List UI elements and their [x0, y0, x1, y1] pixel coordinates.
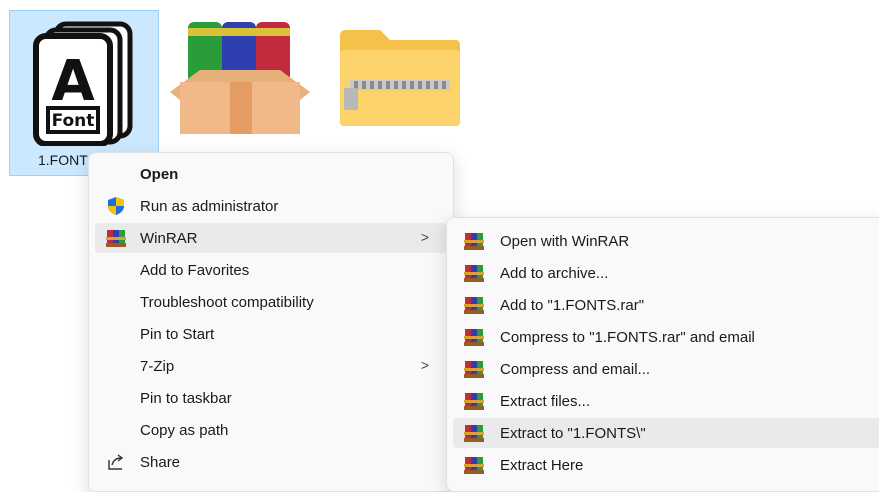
font-file-icon[interactable]: A Font [30, 18, 140, 147]
menu-item-open[interactable]: Open [95, 159, 447, 189]
menu-item-label: WinRAR [140, 229, 198, 247]
menu-item-run-as-administrator[interactable]: Run as administrator [95, 191, 447, 221]
font-glyph-letter: A [51, 49, 95, 114]
font-glyph-text: Font [52, 111, 95, 131]
menu-item-copy-as-path[interactable]: Copy as path [95, 415, 447, 445]
menu-item-share[interactable]: Share [95, 447, 447, 477]
menu-item-pin-to-start[interactable]: Pin to Start [95, 319, 447, 349]
winrar-icon [463, 294, 485, 316]
zip-folder-icon[interactable] [336, 26, 462, 130]
winrar-icon [463, 422, 485, 444]
winrar-icon [463, 454, 485, 476]
winrar-icon [105, 227, 127, 249]
menu-item-winrar[interactable]: WinRAR > [95, 223, 447, 253]
menu-item-add-to-favorites[interactable]: Add to Favorites [95, 255, 447, 285]
context-menu: Open Run as administrator WinRAR > Add t… [88, 152, 454, 492]
menu-item-label: Extract Here [500, 456, 584, 474]
share-icon [105, 451, 127, 473]
menu-item-label: Compress and email... [500, 360, 651, 378]
submenu-item-compress-to-rar-and-email[interactable]: Compress to "1.FONTS.rar" and email [453, 322, 879, 352]
submenu-item-add-to-rar[interactable]: Add to "1.FONTS.rar" [453, 290, 879, 320]
chevron-right-icon: > [420, 357, 429, 373]
menu-item-label: Extract to "1.FONTS\" [500, 424, 646, 442]
uac-shield-icon [105, 195, 127, 217]
submenu-item-open-with-winrar[interactable]: Open with WinRAR [453, 226, 879, 256]
menu-item-label: Share [140, 453, 181, 471]
submenu-item-compress-and-email[interactable]: Compress and email... [453, 354, 879, 384]
winrar-icon [463, 230, 485, 252]
winrar-icon [463, 358, 485, 380]
file-label: 1.FONT [38, 152, 88, 168]
menu-item-label: Pin to taskbar [140, 389, 232, 407]
chevron-right-icon: > [420, 229, 429, 245]
submenu-item-extract-to-folder[interactable]: Extract to "1.FONTS\" [453, 418, 879, 448]
menu-item-7zip[interactable]: 7-Zip > [95, 351, 447, 381]
menu-item-label: Open [140, 165, 179, 183]
menu-item-label: Run as administrator [140, 197, 279, 215]
menu-item-label: Add to Favorites [140, 261, 250, 279]
menu-item-label: Extract files... [500, 392, 591, 410]
menu-item-label: Add to "1.FONTS.rar" [500, 296, 645, 314]
menu-item-troubleshoot-compatibility[interactable]: Troubleshoot compatibility [95, 287, 447, 317]
winrar-archive-icon[interactable] [170, 20, 310, 138]
winrar-icon [463, 390, 485, 412]
submenu-item-add-to-archive[interactable]: Add to archive... [453, 258, 879, 288]
menu-item-label: Troubleshoot compatibility [140, 293, 314, 311]
menu-item-label: Compress to "1.FONTS.rar" and email [500, 328, 755, 346]
menu-item-label: Open with WinRAR [500, 232, 630, 250]
menu-item-label: Add to archive... [500, 264, 609, 282]
menu-item-label: Copy as path [140, 421, 229, 439]
submenu-item-extract-here[interactable]: Extract Here [453, 450, 879, 480]
winrar-submenu: Open with WinRAR Add to archive... Add t… [446, 217, 879, 492]
submenu-item-extract-files[interactable]: Extract files... [453, 386, 879, 416]
winrar-icon [463, 262, 485, 284]
menu-item-label: Pin to Start [140, 325, 215, 343]
winrar-icon [463, 326, 485, 348]
menu-item-label: 7-Zip [140, 357, 175, 375]
menu-item-pin-to-taskbar[interactable]: Pin to taskbar [95, 383, 447, 413]
